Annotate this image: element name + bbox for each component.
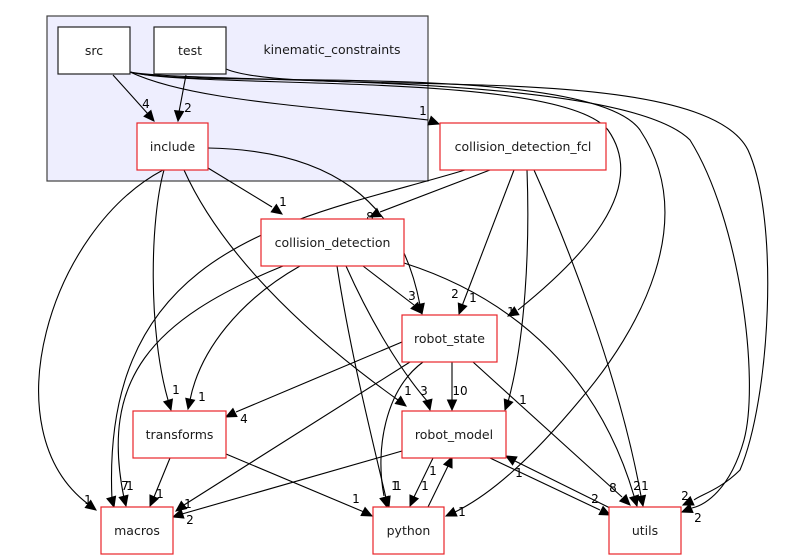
edge-robot-state-to-robot-model[interactable]: 10 (446, 362, 468, 412)
node-collision-detection-fcl[interactable]: collision_detection_fcl (439, 122, 607, 171)
edge-line[interactable] (362, 265, 415, 306)
arrowhead-icon (162, 398, 174, 412)
node-label: macros (114, 523, 160, 538)
edge-line[interactable] (507, 169, 529, 403)
edge-line[interactable] (181, 450, 403, 515)
node-robot-model[interactable]: robot_model (401, 410, 507, 459)
arrowhead-icon (503, 398, 514, 412)
edge-count-label[interactable]: 1 (84, 493, 92, 507)
edge-line[interactable] (533, 169, 642, 497)
edge-count-label[interactable]: 10 (452, 384, 467, 398)
edge-count-label[interactable]: 1 (391, 479, 399, 493)
edge-count-label[interactable]: 1 (279, 195, 287, 209)
edge-count-label[interactable]: 2 (451, 287, 459, 301)
node-utils[interactable]: utils (608, 506, 682, 555)
edge-count-label[interactable]: 1 (515, 466, 523, 480)
edge-count-label[interactable]: 2 (186, 513, 194, 527)
edge-line[interactable] (117, 265, 284, 499)
arrowhead-icon (422, 398, 433, 412)
edge-count-label[interactable]: 1 (404, 384, 412, 398)
arrowhead-icon (224, 407, 238, 418)
edge-count-label[interactable]: 1 (469, 291, 477, 305)
cluster-label: kinematic_constraints (263, 42, 400, 57)
edge-line[interactable] (183, 169, 399, 401)
arrowhead-icon (457, 302, 468, 316)
arrowhead-icon (628, 494, 640, 508)
edge-collision-detection-fcl-to-robot-model[interactable]: 1 (503, 169, 529, 412)
edge-robot-model-to-utils[interactable]: 2 (489, 457, 612, 516)
edge-python-to-robot-model[interactable]: 1 (427, 455, 453, 508)
node-label: robot_state (414, 331, 485, 346)
edge-count-label[interactable]: 3 (420, 384, 428, 398)
node-test[interactable]: test (153, 26, 227, 75)
edge-count-label[interactable]: 2 (184, 101, 192, 115)
edge-collision-detection-fcl-to-robot-state[interactable]: 1 (457, 169, 515, 316)
node-python[interactable]: python (372, 506, 445, 555)
node-collision-detection[interactable]: collision_detection (260, 218, 405, 267)
edge-count-label[interactable]: 1 (421, 479, 429, 493)
edge-include-to-robot-model[interactable]: 1 (183, 169, 412, 407)
edge-count-label[interactable]: 4 (142, 97, 150, 111)
edge-line[interactable] (152, 169, 169, 401)
edge-count-label[interactable]: 8 (609, 481, 617, 495)
node-label: transforms (146, 427, 214, 442)
edge-include-to-transforms[interactable]: 1 (152, 169, 180, 412)
arrowhead-icon (446, 399, 458, 412)
edge-count-label[interactable]: 1 (172, 383, 180, 397)
edge-collision-detection-to-transforms[interactable]: 1 (185, 265, 301, 411)
edge-line[interactable] (514, 460, 611, 509)
arrowhead-icon (379, 495, 390, 509)
node-label: python (387, 523, 431, 538)
node-label: src (85, 43, 103, 58)
edge-count-label[interactable]: 1 (198, 390, 206, 404)
dependency-graph: kinematic_constraints 4 2 11212121 11811173… (38, 15, 769, 555)
edge-count-label[interactable]: 2 (694, 511, 702, 525)
edge-line[interactable] (461, 169, 515, 307)
edge-line[interactable] (235, 341, 403, 413)
edge-line[interactable] (403, 262, 635, 497)
edge-line[interactable] (225, 453, 365, 513)
edge-collision-detection-fcl-to-utils[interactable]: 1 (533, 169, 649, 508)
node-macros[interactable]: macros (100, 506, 174, 555)
arrowhead-icon (360, 506, 374, 517)
arrowhead-icon (442, 455, 453, 469)
edge-count-label[interactable]: 1 (156, 487, 164, 501)
edge-count-label[interactable]: 2 (681, 489, 689, 503)
node-label: utils (632, 523, 658, 538)
edge-count-label[interactable]: 1 (126, 479, 134, 493)
edge-transforms-to-python[interactable]: 1 (225, 453, 374, 517)
arrowhead-icon (504, 455, 518, 466)
edge-count-label[interactable]: 4 (240, 412, 248, 426)
edge-collision-detection-to-macros[interactable]: 1 (117, 265, 284, 508)
edge-line[interactable] (489, 457, 601, 511)
node-include[interactable]: include (136, 122, 209, 171)
node-label: collision_detection_fcl (455, 139, 592, 154)
edge-count-label[interactable]: 1 (641, 479, 649, 493)
edge-collision-detection-to-python[interactable]: 1 (336, 265, 402, 509)
node-robot-state[interactable]: robot_state (401, 314, 498, 363)
node-label: include (150, 139, 196, 154)
edge-count-label[interactable]: 2 (633, 479, 641, 493)
arrowhead-icon (118, 494, 129, 508)
edge-include-to-macros[interactable]: 1 (38, 169, 164, 511)
arrowhead-icon (409, 494, 420, 508)
edge-count-label[interactable]: 1 (429, 464, 437, 478)
arrowhead-icon (444, 506, 458, 517)
edge-count-label[interactable]: 3 (408, 289, 416, 303)
arrowhead-icon (185, 397, 196, 411)
node-label: collision_detection (275, 235, 391, 250)
node-src[interactable]: src (57, 26, 131, 75)
edge-utils-to-robot-model[interactable]: 1 (504, 455, 611, 509)
arrowhead-icon (106, 495, 117, 509)
edge-count-label[interactable]: 1 (458, 505, 466, 519)
edge-count-label[interactable]: 1 (184, 497, 192, 511)
node-transforms[interactable]: transforms (132, 410, 227, 459)
edge-transforms-to-macros[interactable]: 1 (149, 457, 171, 508)
node-label: robot_model (415, 427, 493, 442)
arrowhead-icon (427, 115, 441, 126)
edge-line[interactable] (189, 265, 301, 401)
node-label: test (178, 43, 202, 58)
edge-count-label[interactable]: 1 (419, 104, 427, 118)
edge-count-label[interactable]: 1 (352, 492, 360, 506)
